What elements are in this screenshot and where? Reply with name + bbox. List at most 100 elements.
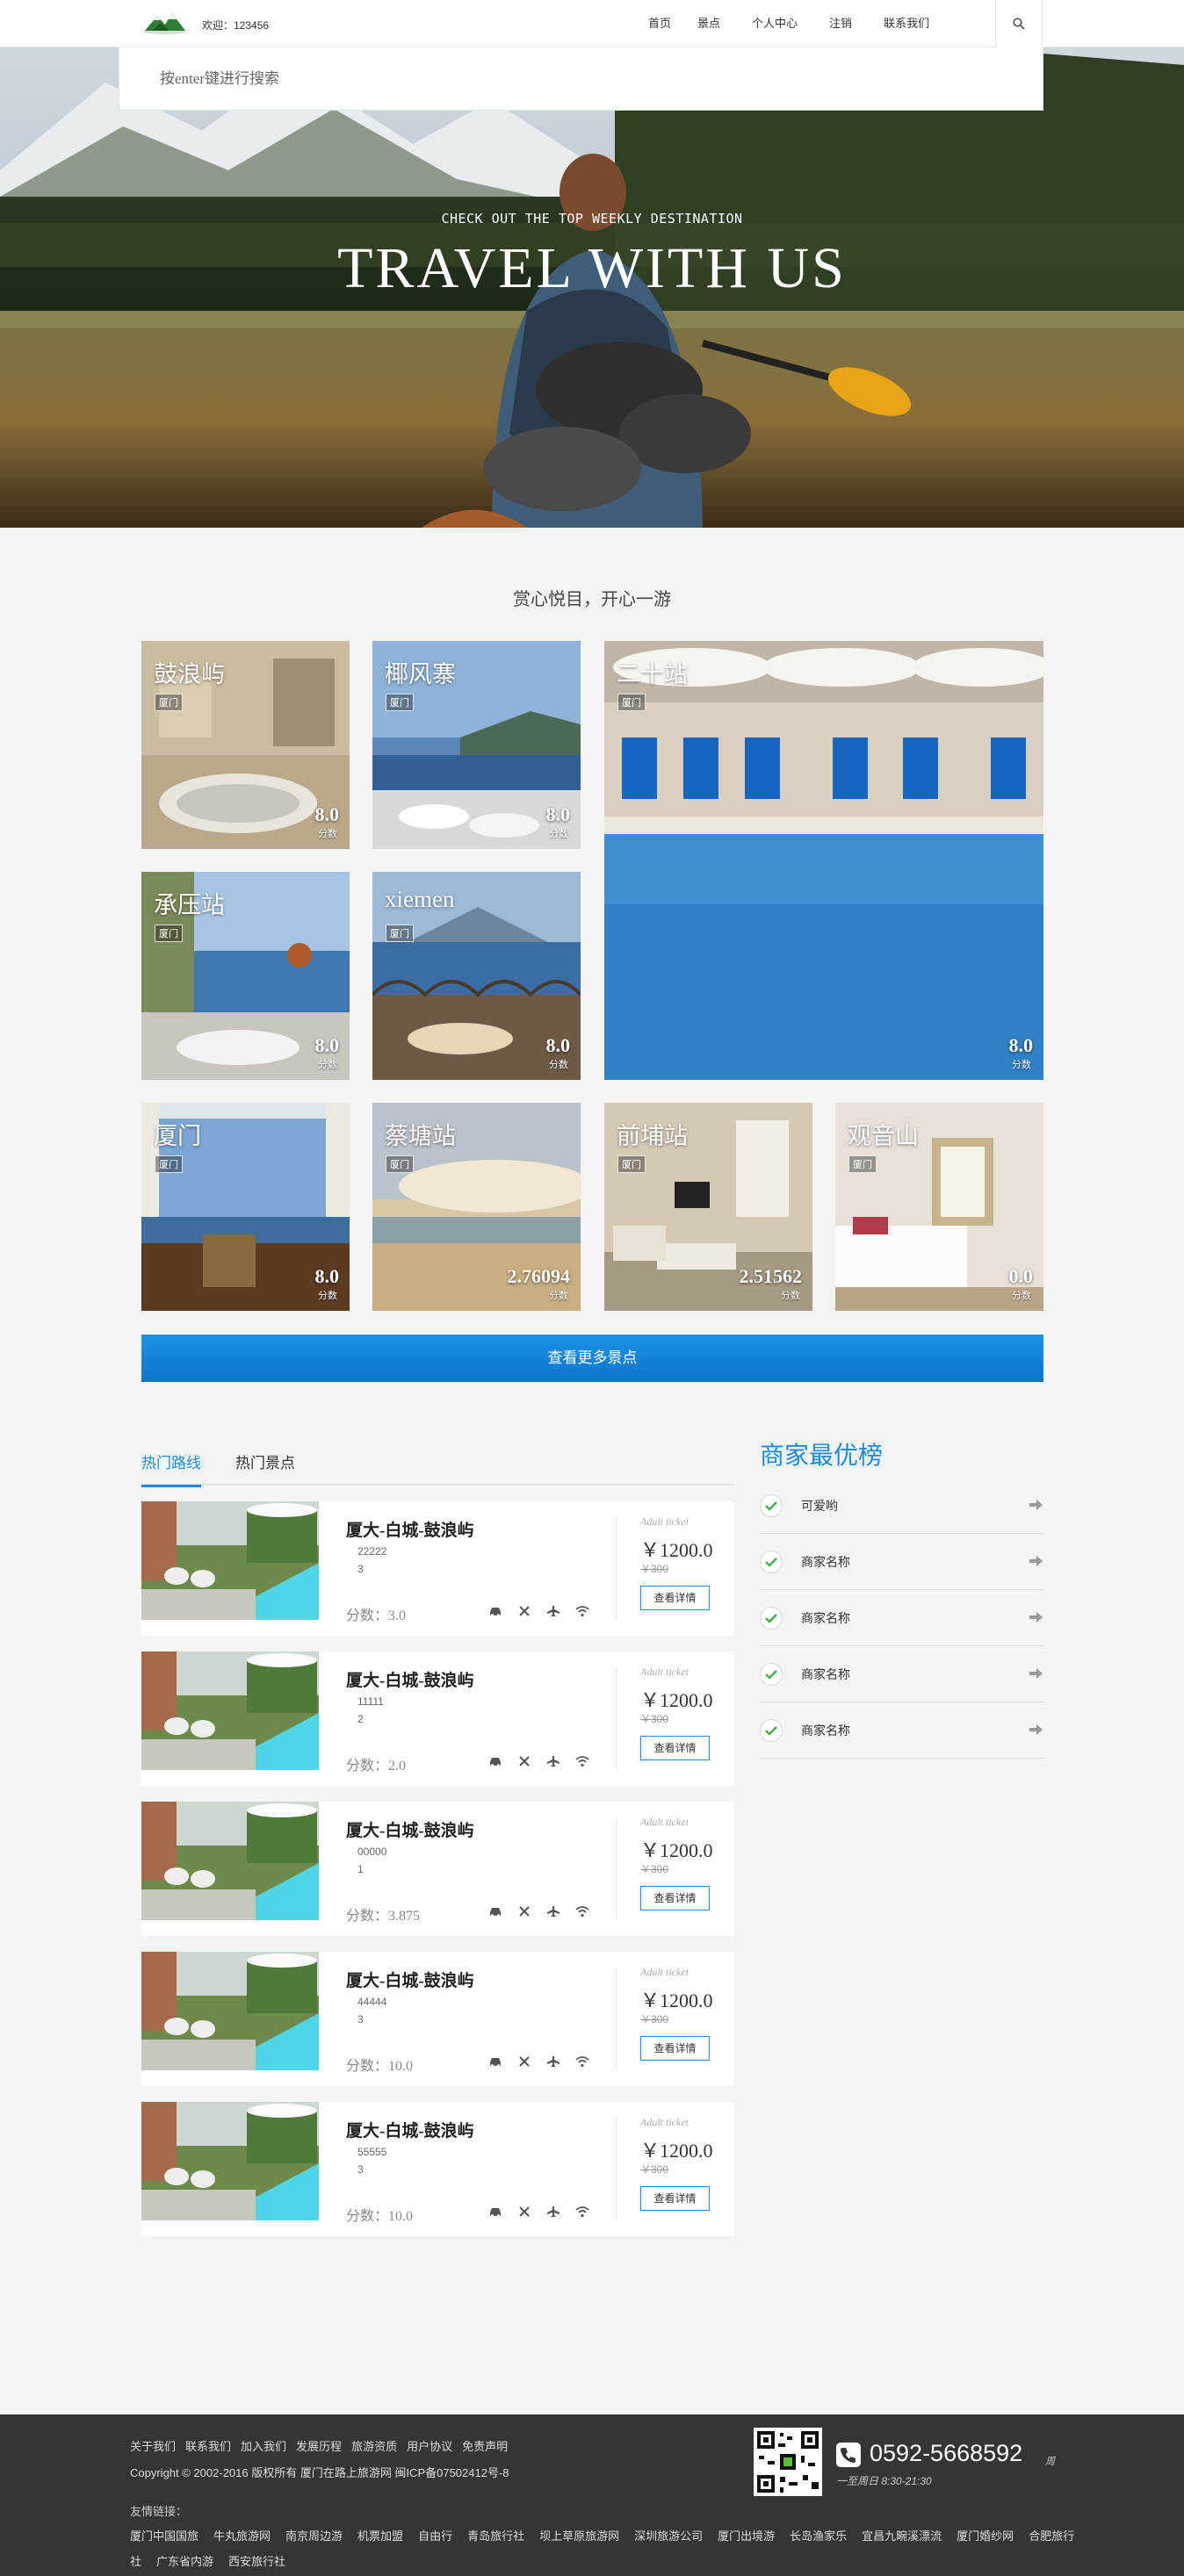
wifi-icon — [575, 2055, 604, 2073]
dining-icon — [517, 1755, 546, 1773]
route-amenities — [488, 2055, 604, 2073]
route-old-price: ￥300 — [640, 1713, 669, 1725]
friend-link[interactable]: 自由行 — [418, 2529, 452, 2543]
arrow-right-icon — [1029, 1500, 1043, 1510]
route-title[interactable]: 厦大-白城-鼓浪屿 — [346, 2118, 474, 2141]
destination-name: xiemen — [385, 886, 455, 912]
dining-icon — [517, 2205, 546, 2223]
friend-link[interactable]: 宜昌九畹溪漂流 — [862, 2529, 942, 2543]
welcome-text: 欢迎：123456 — [202, 19, 270, 32]
merchant-item[interactable]: 商家名称 — [760, 1590, 1043, 1646]
route-score: 分数：3.875 — [346, 1909, 421, 1924]
wifi-icon — [575, 1755, 604, 1773]
merchant-item[interactable]: 商家名称 — [760, 1702, 1043, 1759]
tab-popular-routes[interactable]: 热门路线 — [141, 1450, 201, 1487]
search-icon — [1013, 18, 1025, 30]
route-title[interactable]: 厦大-白城-鼓浪屿 — [346, 1817, 474, 1841]
friend-link[interactable]: 西安旅行社 — [228, 2555, 285, 2568]
view-details-button[interactable]: 查看详情 — [640, 2036, 710, 2061]
check-icon — [760, 1663, 783, 1686]
friend-link[interactable]: 厦门出境游 — [718, 2529, 775, 2543]
nav-home[interactable]: 首页 — [638, 0, 697, 47]
check-icon — [760, 1607, 783, 1630]
destination-tile[interactable]: 前埔站 厦门 2.51562 分数 — [604, 1103, 812, 1311]
friend-link[interactable]: 坝上草原旅游网 — [539, 2529, 619, 2543]
nav-attractions[interactable]: 景点 — [697, 0, 752, 47]
wifi-icon — [575, 2205, 604, 2223]
route-price: ￥1200.0 — [640, 1839, 713, 1861]
main-nav: 首页 景点 个人中心 注销 联系我们 — [638, 0, 942, 47]
route-title[interactable]: 厦大-白城-鼓浪屿 — [346, 1517, 474, 1541]
destination-tag: 厦门 — [155, 925, 183, 942]
qr-code-icon — [754, 2428, 822, 2496]
friend-link[interactable]: 厦门婚纱网 — [957, 2529, 1014, 2543]
search-input[interactable] — [119, 47, 1043, 110]
check-icon — [760, 1719, 783, 1742]
check-icon — [760, 1551, 783, 1573]
destination-score: 8.0 — [545, 1034, 571, 1056]
score-unit: 分数 — [549, 829, 568, 839]
destination-tile[interactable]: xiemen 厦门 8.0 分数 — [372, 872, 581, 1080]
route-card[interactable]: 厦大-白城-鼓浪屿 11111 2 分数：2.0 Adult ticket ￥1… — [141, 1651, 734, 1786]
wifi-icon — [575, 1605, 604, 1623]
footer-link-qualification[interactable]: 旅游资质 — [351, 2437, 397, 2454]
friend-link[interactable]: 牛丸旅游网 — [213, 2529, 271, 2543]
view-details-button[interactable]: 查看详情 — [640, 1586, 710, 1610]
search-button[interactable] — [995, 0, 1043, 47]
friend-link[interactable]: 广东省内游 — [156, 2555, 213, 2568]
merchant-item[interactable]: 商家名称 — [760, 1646, 1043, 1702]
footer-link-history[interactable]: 发展历程 — [296, 2437, 342, 2454]
friend-link[interactable]: 青岛旅行社 — [467, 2529, 524, 2543]
view-details-button[interactable]: 查看详情 — [640, 1886, 710, 1910]
destination-tile[interactable]: 椰风寨 厦门 8.0 分数 — [372, 641, 581, 849]
destination-tile[interactable]: 观音山 厦门 0.0 分数 — [835, 1103, 1043, 1311]
route-title[interactable]: 厦大-白城-鼓浪屿 — [346, 1667, 474, 1691]
route-amenities — [488, 1605, 604, 1623]
footer-link-disclaimer[interactable]: 免责声明 — [462, 2437, 508, 2454]
nav-logout[interactable]: 注销 — [829, 0, 884, 47]
view-details-button[interactable]: 查看详情 — [640, 2186, 710, 2211]
route-description: 44444 — [357, 1996, 387, 2008]
more-attractions-button[interactable]: 查看更多景点 — [141, 1335, 1043, 1382]
view-details-button[interactable]: 查看详情 — [640, 1736, 710, 1760]
route-card[interactable]: 厦大-白城-鼓浪屿 55555 3 分数：10.0 Adult ticket ￥… — [141, 2102, 734, 2236]
merchant-item[interactable]: 商家名称 — [760, 1534, 1043, 1590]
merchant-item[interactable]: 可爱哟 — [760, 1478, 1043, 1534]
route-card[interactable]: 厦大-白城-鼓浪屿 22222 3 分数：3.0 Adult ticket ￥1… — [141, 1501, 734, 1636]
route-thumbnail — [141, 1802, 319, 1920]
footer-link-join[interactable]: 加入我们 — [241, 2437, 286, 2454]
destination-tile[interactable]: 厦门 厦门 8.0 分数 — [141, 1103, 350, 1311]
content-tabs: 热门路线 热门景点 — [141, 1440, 734, 1487]
destination-tile[interactable]: 蔡塘站 厦门 2.76094 分数 — [372, 1103, 581, 1311]
nav-profile[interactable]: 个人中心 — [752, 0, 829, 47]
score-unit: 分数 — [318, 829, 337, 839]
footer-links: 关于我们 联系我们 加入我们 发展历程 旅游资质 用户协议 免责声明 — [130, 2437, 517, 2454]
friend-link[interactable]: 厦门中国国旅 — [130, 2529, 199, 2543]
destination-tile[interactable]: 鼓浪屿 厦门 8.0 分数 — [141, 641, 350, 849]
destination-tile[interactable]: 二十站 厦门 8.0 分数 — [604, 641, 1043, 1080]
friend-link[interactable]: 深圳旅游公司 — [634, 2529, 703, 2543]
route-card[interactable]: 厦大-白城-鼓浪屿 44444 3 分数：10.0 Adult ticket ￥… — [141, 1952, 734, 2086]
destination-tile[interactable]: 承压站 厦门 8.0 分数 — [141, 872, 350, 1080]
route-card[interactable]: 厦大-白城-鼓浪屿 00000 1 分数：3.875 Adult ticket … — [141, 1802, 734, 1936]
logo-icon[interactable] — [143, 9, 187, 35]
route-amenities — [488, 1905, 604, 1923]
destination-name: 二十站 — [617, 661, 688, 687]
dining-icon — [517, 1905, 546, 1923]
footer-link-contact[interactable]: 联系我们 — [185, 2437, 231, 2454]
footer-link-about[interactable]: 关于我们 — [130, 2437, 176, 2454]
friend-link[interactable]: 长岛渔家乐 — [790, 2529, 847, 2543]
merchant-name: 商家名称 — [801, 1555, 850, 1569]
destination-name: 观音山 — [848, 1123, 919, 1149]
score-unit: 分数 — [781, 1291, 800, 1301]
destination-name: 厦门 — [154, 1123, 201, 1149]
friend-link[interactable]: 机票加盟 — [357, 2529, 403, 2543]
friend-link[interactable]: 南京周边游 — [285, 2529, 343, 2543]
nav-contact[interactable]: 联系我们 — [884, 0, 942, 47]
friend-links-label: 友情链接： — [130, 2505, 188, 2518]
destination-tag: 厦门 — [155, 1155, 183, 1173]
tab-popular-attractions[interactable]: 热门景点 — [235, 1450, 295, 1485]
destination-tag: 厦门 — [386, 694, 414, 711]
footer-link-agreement[interactable]: 用户协议 — [407, 2437, 452, 2454]
route-title[interactable]: 厦大-白城-鼓浪屿 — [346, 1968, 474, 1991]
